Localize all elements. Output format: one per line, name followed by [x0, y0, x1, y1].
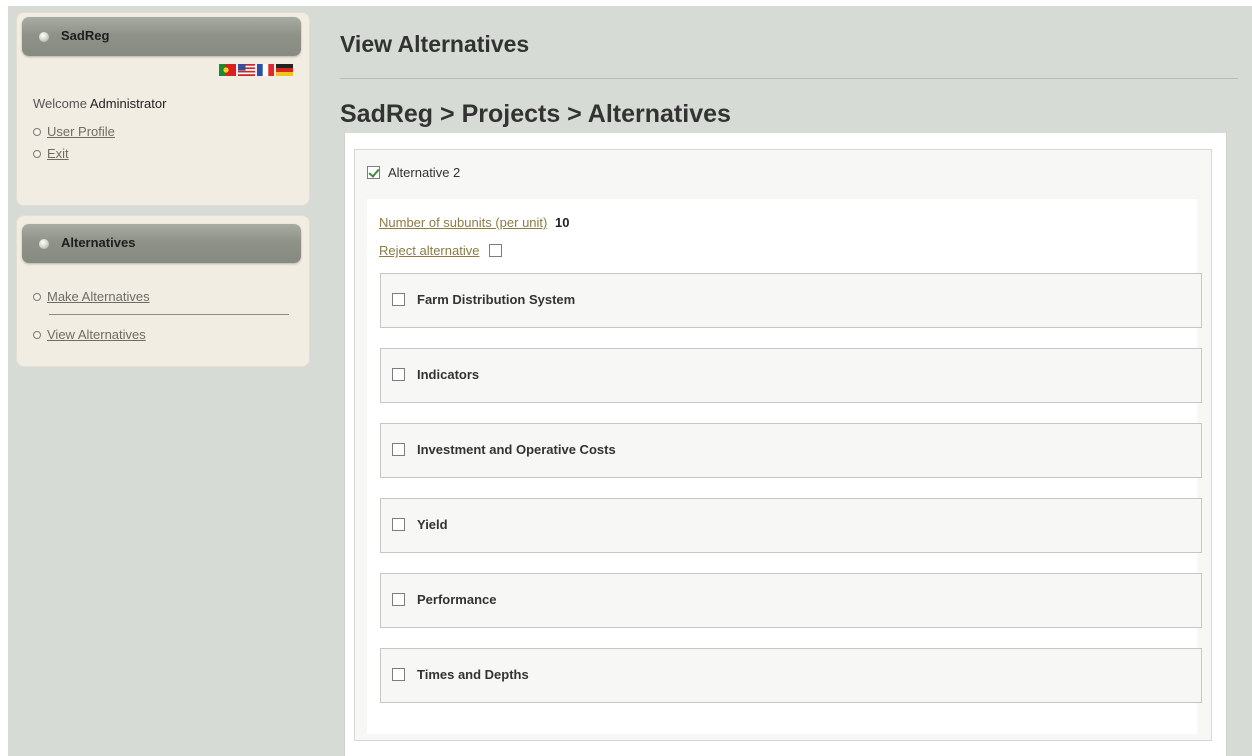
alternative-toggle[interactable]: Alternative 2: [367, 165, 460, 180]
section-performance: Performance: [380, 573, 1202, 628]
alternative-checkbox[interactable]: [367, 166, 380, 179]
reject-alternative-checkbox[interactable]: [489, 244, 503, 257]
exit-link-row: Exit: [33, 146, 69, 161]
section-checkbox[interactable]: [392, 518, 405, 531]
section-investment-operative-costs: Investment and Operative Costs: [380, 423, 1202, 478]
section-checkbox[interactable]: [392, 293, 405, 306]
section-indicators: Indicators: [380, 348, 1202, 403]
circle-bullet-icon: [33, 330, 41, 339]
exit-link[interactable]: Exit: [47, 146, 69, 161]
user-name: Administrator: [89, 96, 167, 111]
content-area: Alternative 2 Number of subunits (per un…: [344, 133, 1227, 756]
usa-flag-icon[interactable]: [238, 64, 255, 76]
make-alternatives-row: Make Alternatives: [33, 289, 150, 304]
section-times-and-depths: Times and Depths: [380, 648, 1202, 703]
france-flag-icon[interactable]: [257, 64, 274, 76]
subunits-row: Number of subunits (per unit) 10: [379, 215, 569, 230]
subunits-value: 10: [554, 215, 570, 230]
alternatives-panel-title: Alternatives: [61, 235, 136, 250]
section-label: Performance: [417, 592, 497, 607]
welcome-message: Welcome Administrator: [33, 96, 166, 111]
section-farm-distribution-system: Farm Distribution System: [380, 273, 1202, 328]
make-alternatives-link[interactable]: Make Alternatives: [47, 289, 150, 304]
breadcrumb: SadReg > Projects > Alternatives: [340, 100, 731, 128]
section-label: Yield: [417, 517, 448, 532]
subunits-link[interactable]: Number of subunits (per unit): [379, 215, 547, 230]
page-title: View Alternatives: [340, 31, 530, 57]
reject-alternative-link[interactable]: Reject alternative: [379, 243, 479, 258]
user-panel: SadReg Welcome Administrator User Profil…: [16, 12, 310, 206]
user-panel-title: SadReg: [61, 28, 110, 43]
section-checkbox[interactable]: [392, 368, 405, 381]
section-checkbox[interactable]: [392, 443, 405, 456]
user-profile-link-row: User Profile: [33, 124, 115, 139]
view-alternatives-link[interactable]: View Alternatives: [47, 327, 146, 342]
section-label: Investment and Operative Costs: [417, 442, 616, 457]
germany-flag-icon[interactable]: [276, 64, 293, 76]
bullet-dot-icon: [39, 239, 49, 249]
view-alternatives-row: View Alternatives: [33, 327, 146, 342]
bullet-dot-icon: [39, 32, 49, 42]
divider: [49, 314, 289, 315]
section-label: Indicators: [417, 367, 480, 382]
circle-bullet-icon: [33, 149, 41, 158]
circle-bullet-icon: [33, 127, 41, 136]
reject-row: Reject alternative: [379, 243, 503, 258]
language-flags: [219, 64, 293, 76]
user-profile-link[interactable]: User Profile: [47, 124, 115, 139]
section-yield: Yield: [380, 498, 1202, 553]
circle-bullet-icon: [33, 292, 41, 301]
section-label: Farm Distribution System: [417, 292, 576, 307]
alternatives-panel-header: Alternatives: [22, 224, 301, 263]
user-panel-header: SadReg: [22, 17, 301, 56]
section-label: Times and Depths: [417, 667, 529, 682]
alternatives-panel: Alternatives Make Alternatives View Alte…: [16, 215, 310, 367]
portugal-flag-icon[interactable]: [219, 64, 236, 76]
section-checkbox[interactable]: [392, 668, 405, 681]
section-checkbox[interactable]: [392, 593, 405, 606]
welcome-prefix: Welcome: [33, 96, 87, 111]
title-divider: [340, 78, 1238, 79]
alternative-label: Alternative 2: [388, 165, 461, 180]
